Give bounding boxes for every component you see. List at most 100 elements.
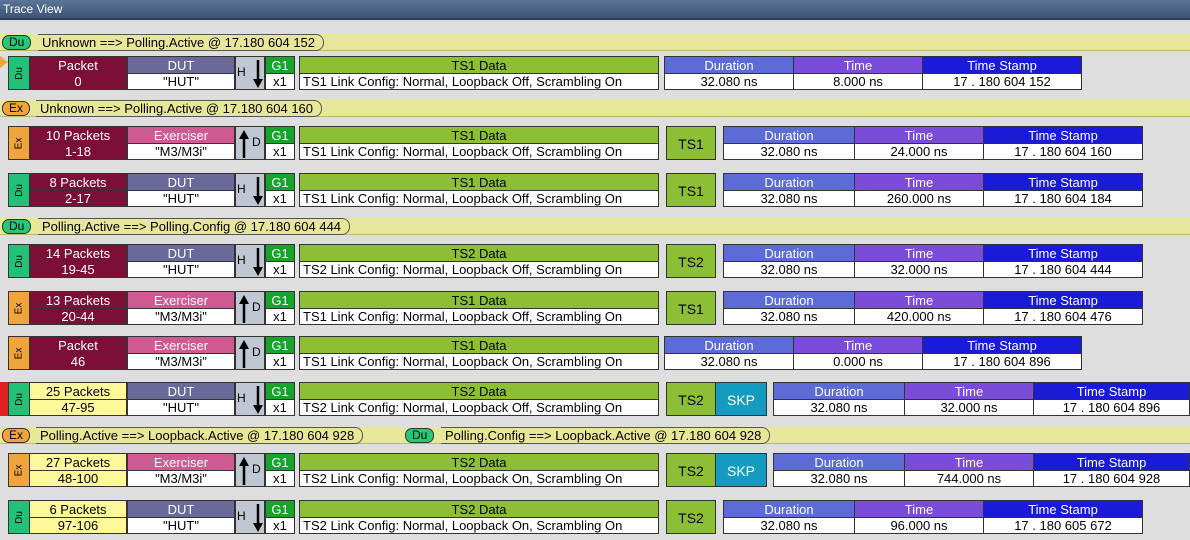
arrow-up-icon <box>239 340 249 368</box>
side-label: Ex <box>13 347 25 359</box>
ts-data-cell[interactable]: TS2 Data TS2 Link Config: Normal, Loopbac… <box>299 244 659 278</box>
ts-data-cell[interactable]: TS1 Data TS1 Link Config: Normal, Loopbac… <box>299 126 659 160</box>
skp-cell[interactable]: SKP <box>715 453 767 487</box>
time-value: 8.000 ns <box>793 73 923 90</box>
duration-cell: Duration 32.080 ns <box>723 500 855 534</box>
device-cell[interactable]: DUT "HUT" <box>127 244 235 278</box>
ts-data-cell[interactable]: TS1 Data TS1 Link Config: Normal, Loopbac… <box>299 291 659 325</box>
time-cell: Time 32.000 ns <box>854 244 984 278</box>
timestamp-value: 17 . 180 604 896 <box>1033 399 1190 416</box>
host-letter: H <box>237 391 246 405</box>
skp-cell[interactable]: SKP <box>715 382 767 416</box>
ts-data-cell[interactable]: TS1 Data TS1 Link Config: Normal, Loopbac… <box>299 56 659 90</box>
time-label: Time <box>854 126 984 143</box>
packet-row[interactable]: Du 25 Packets 47-95 DUT "HUT" H G1 x1 TS2 D… <box>0 382 1190 417</box>
device-cell[interactable]: DUT "HUT" <box>127 56 235 90</box>
packet-label: Packet <box>29 336 127 353</box>
link-state-transition-bar[interactable]: Du Unknown ==> Polling.Active @ 17.180 6… <box>0 34 1190 51</box>
duration-cell: Duration 32.080 ns <box>664 56 794 90</box>
packet-row[interactable]: Du 6 Packets 97-106 DUT "HUT" H G1 x1 TS2 D… <box>0 500 1190 535</box>
transition-text: Polling.Config ==> Loopback.Active @ 17.… <box>441 427 771 444</box>
time-value: 260.000 ns <box>854 190 984 207</box>
packet-number[interactable]: Packet 0 <box>29 56 127 90</box>
duration-label: Duration <box>664 336 794 353</box>
ordered-set-cell[interactable]: TS2 <box>666 453 716 487</box>
device-cell[interactable]: Exerciser "M3/M3i" <box>127 126 235 160</box>
link-width: x1 <box>265 517 295 534</box>
packet-value: 47-95 <box>29 399 127 416</box>
arrow-down-icon <box>253 177 263 205</box>
packet-number[interactable]: 25 Packets 47-95 <box>29 382 127 416</box>
packet-row[interactable]: Ex Packet 46 Exerciser "M3/M3i" D G1 x1 TS1… <box>0 336 1190 371</box>
device-cell[interactable]: Exerciser "M3/M3i" <box>127 336 235 370</box>
ts-data-cell[interactable]: TS1 Data TS1 Link Config: Normal, Loopbac… <box>299 173 659 207</box>
device-label: DUT <box>127 382 235 399</box>
packet-number[interactable]: 13 Packets 20-44 <box>29 291 127 325</box>
ordered-set-cell[interactable]: TS2 <box>666 382 716 416</box>
timestamp-label: Time Stamp <box>983 173 1143 190</box>
packet-row[interactable]: Du 14 Packets 19-45 DUT "HUT" H G1 x1 TS2 D… <box>0 244 1190 279</box>
arrow-up-icon <box>239 130 249 158</box>
ordered-set-cell[interactable]: TS1 <box>666 173 716 207</box>
duration-label: Duration <box>723 500 855 517</box>
ts-data-cell[interactable]: TS2 Data TS2 Link Config: Normal, Loopbac… <box>299 382 659 416</box>
packet-value: 0 <box>29 73 127 90</box>
side-label: Ex <box>13 137 25 149</box>
direction-cell: H <box>235 173 265 207</box>
exerciser-side-indicator: Ex <box>8 291 30 325</box>
ts-data-cell[interactable]: TS1 Data TS1 Link Config: Normal, Loopbac… <box>299 336 659 370</box>
device-cell[interactable]: Exerciser "M3/M3i" <box>127 453 235 487</box>
side-label: Du <box>13 510 25 524</box>
packet-row[interactable]: Ex 13 Packets 20-44 Exerciser "M3/M3i" D G… <box>0 291 1190 326</box>
packet-label: Packet <box>29 56 127 73</box>
packet-number[interactable]: Packet 46 <box>29 336 127 370</box>
data-value: TS2 Link Config: Normal, Loopback On, Sc… <box>299 470 659 487</box>
device-cell[interactable]: Exerciser "M3/M3i" <box>127 291 235 325</box>
device-cell[interactable]: DUT "HUT" <box>127 382 235 416</box>
duration-label: Duration <box>773 382 905 399</box>
packet-number[interactable]: 8 Packets 2-17 <box>29 173 127 207</box>
packet-row[interactable]: Ex 10 Packets 1-18 Exerciser "M3/M3i" D G1… <box>0 126 1190 161</box>
packet-number[interactable]: 14 Packets 19-45 <box>29 244 127 278</box>
link-state-transition-bar[interactable]: Du Polling.Active ==> Polling.Config @ 1… <box>0 218 1190 235</box>
packet-row[interactable]: Du Packet 0 DUT "HUT" H G1 x1 TS1 Data TS1 L… <box>0 56 1190 91</box>
packet-label: 14 Packets <box>29 244 127 261</box>
link-state-transition-bar[interactable]: Ex Polling.Active ==> Loopback.Active @ … <box>0 427 1190 444</box>
duration-label: Duration <box>723 291 855 308</box>
packet-value: 46 <box>29 353 127 370</box>
ts-data-cell[interactable]: TS2 Data TS2 Link Config: Normal, Loopbac… <box>299 500 659 534</box>
ordered-set-cell[interactable]: TS2 <box>666 500 716 534</box>
generation-cell: G1 x1 <box>265 173 295 207</box>
link-state-transition-bar[interactable]: Ex Unknown ==> Polling.Active @ 17.180 6… <box>0 100 1190 117</box>
packet-row[interactable]: Ex 27 Packets 48-100 Exerciser "M3/M3i" D … <box>0 453 1190 488</box>
time-value: 744.000 ns <box>904 470 1034 487</box>
duration-value: 32.080 ns <box>723 517 855 534</box>
device-cell[interactable]: DUT "HUT" <box>127 500 235 534</box>
link-width: x1 <box>265 261 295 278</box>
packet-number[interactable]: 27 Packets 48-100 <box>29 453 127 487</box>
ordered-set-cell[interactable]: TS2 <box>666 244 716 278</box>
device-label: DUT <box>127 500 235 517</box>
ordered-set-cell[interactable]: TS1 <box>666 291 716 325</box>
error-marker <box>0 382 8 416</box>
duration-cell: Duration 32.080 ns <box>723 244 855 278</box>
dut-side-indicator: Du <box>8 244 30 278</box>
ordered-set-cell[interactable]: TS1 <box>666 126 716 160</box>
duration-value: 32.080 ns <box>723 190 855 207</box>
packet-number[interactable]: 10 Packets 1-18 <box>29 126 127 160</box>
ts-data-cell[interactable]: TS2 Data TS2 Link Config: Normal, Loopbac… <box>299 453 659 487</box>
gen-label: G1 <box>265 382 295 399</box>
device-cell[interactable]: DUT "HUT" <box>127 173 235 207</box>
gen-label: G1 <box>265 244 295 261</box>
data-value: TS1 Link Config: Normal, Loopback Off, S… <box>299 308 659 325</box>
device-label: DUT <box>127 56 235 73</box>
device-letter: D <box>252 462 261 476</box>
packet-row[interactable]: Du 8 Packets 2-17 DUT "HUT" H G1 x1 TS1 Dat… <box>0 173 1190 208</box>
trace-view[interactable]: Du Unknown ==> Polling.Active @ 17.180 6… <box>0 22 1190 540</box>
time-value: 24.000 ns <box>854 143 984 160</box>
packet-label: 8 Packets <box>29 173 127 190</box>
link-width: x1 <box>265 470 295 487</box>
direction-cell: D <box>235 126 265 160</box>
packet-number[interactable]: 6 Packets 97-106 <box>29 500 127 534</box>
duration-label: Duration <box>773 453 905 470</box>
